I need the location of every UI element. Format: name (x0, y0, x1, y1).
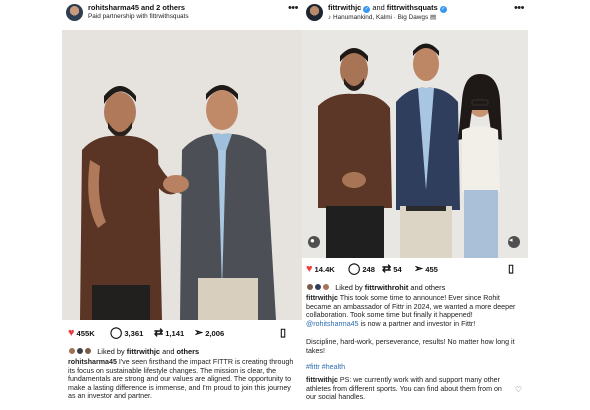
music-icon: ♪ (328, 14, 332, 21)
heart-icon[interactable]: ♥ (68, 327, 75, 339)
coauthor-and: and (370, 3, 387, 12)
bookmark-icon[interactable]: ▯ (280, 327, 286, 339)
post-caption: rohitsharma45 I've seen firsthand the im… (68, 358, 298, 401)
caption-mention[interactable]: @rohitsharma45 (306, 320, 359, 328)
post-coauthors[interactable]: and 2 others (139, 3, 185, 12)
avatar[interactable] (306, 4, 323, 21)
caption-text: is now a partner and investor in Fittr! (358, 319, 476, 328)
post-actions: ♥ 455K ◯ 3,361 ⇄ 1,141 ➢ 2,006 ▯ (62, 327, 302, 343)
more-icon[interactable]: ••• (514, 2, 525, 14)
avatar (84, 347, 93, 355)
liked-by-suffix[interactable]: and others (408, 283, 445, 292)
liked-by-suffix: and (160, 347, 177, 356)
audio-track[interactable]: Hanumankind, Kalmi · Big Dawgs (333, 14, 428, 21)
avatar (322, 283, 331, 291)
comment-count[interactable]: 3,361 (124, 329, 143, 338)
paid-partnership-label[interactable]: Paid partnership with fittrwithsquats (88, 12, 189, 21)
repost-count[interactable]: 54 (393, 265, 401, 274)
share-count[interactable]: 2,006 (205, 329, 224, 338)
repost-count[interactable]: 1,141 (165, 329, 184, 338)
like-count[interactable]: 455K (77, 329, 95, 338)
post-header: rohitsharma45 and 2 others Paid partners… (62, 0, 302, 26)
post-header: fittrwithjc ✓ and fittrwithsquats ✓ ♪ Ha… (302, 0, 528, 26)
avatar[interactable] (66, 4, 83, 21)
bookmark-icon[interactable]: ▯ (508, 263, 514, 275)
mute-icon[interactable]: ◂ (509, 236, 513, 244)
share-icon[interactable]: ➢ (194, 327, 203, 339)
repost-icon[interactable]: ⇄ (154, 327, 163, 339)
comment-icon[interactable]: ◯ (110, 327, 122, 339)
liked-by-others[interactable]: others (177, 347, 200, 356)
comment-like-icon[interactable]: ♡ (515, 385, 522, 394)
avatar (68, 347, 76, 355)
comment: fittrwithjc PS: we currently work with a… (306, 376, 512, 402)
more-icon[interactable]: ••• (288, 2, 299, 14)
verified-icon: ✓ (439, 6, 447, 13)
caption-paragraph: Discipline, hard-work, perseverance, res… (306, 338, 515, 355)
avatar (76, 347, 85, 355)
post-rohit: rohitsharma45 and 2 others Paid partners… (62, 0, 302, 410)
caption-username[interactable]: rohitsharma45 (68, 358, 117, 366)
post-image[interactable]: ● ◂ (302, 30, 528, 258)
post-coauthor[interactable]: fittrwithsquats (387, 3, 438, 12)
comment-count[interactable]: 248 (362, 265, 375, 274)
comment-username[interactable]: fittrwithjc (306, 376, 338, 384)
heart-icon[interactable]: ♥ (306, 263, 313, 275)
user-tag-icon[interactable]: ● (310, 236, 315, 245)
post-caption: fittrwithjc This took some time to annou… (306, 294, 524, 328)
share-icon[interactable]: ➢ (414, 263, 423, 275)
repost-icon[interactable]: ⇄ (382, 263, 391, 275)
liked-by-prefix: Liked by (335, 283, 365, 292)
post-username[interactable]: fittrwithjc (328, 3, 361, 12)
share-count[interactable]: 455 (425, 265, 438, 274)
caption-username[interactable]: fittrwithjc (306, 294, 338, 302)
caption-text: This took some time to announce! Ever si… (306, 294, 516, 320)
avatar (306, 283, 314, 291)
post-username[interactable]: rohitsharma45 (88, 3, 139, 12)
post-fittr: fittrwithjc ✓ and fittrwithsquats ✓ ♪ Ha… (302, 0, 528, 410)
liked-by: Liked by fittrwithjc and others (68, 347, 199, 356)
post-actions: ♥ 14.4K ◯ 248 ⇄ 54 ➢ 455 ▯ (302, 263, 528, 279)
liked-by-prefix: Liked by (97, 347, 127, 356)
liked-by-user[interactable]: fittrwithrohit (365, 283, 409, 292)
avatar (314, 283, 323, 291)
handshake-photo (80, 85, 276, 320)
liked-by: Liked by fittrwithrohit and others (306, 283, 445, 292)
group-photo (308, 43, 520, 258)
hashtags[interactable]: #fittr #health (306, 363, 524, 372)
post-image[interactable] (62, 30, 302, 320)
comment-icon[interactable]: ◯ (348, 263, 360, 275)
lyrics-icon: ▤ (429, 14, 437, 21)
liked-by-user[interactable]: fittrwithjc (127, 347, 160, 356)
like-count[interactable]: 14.4K (315, 265, 335, 274)
